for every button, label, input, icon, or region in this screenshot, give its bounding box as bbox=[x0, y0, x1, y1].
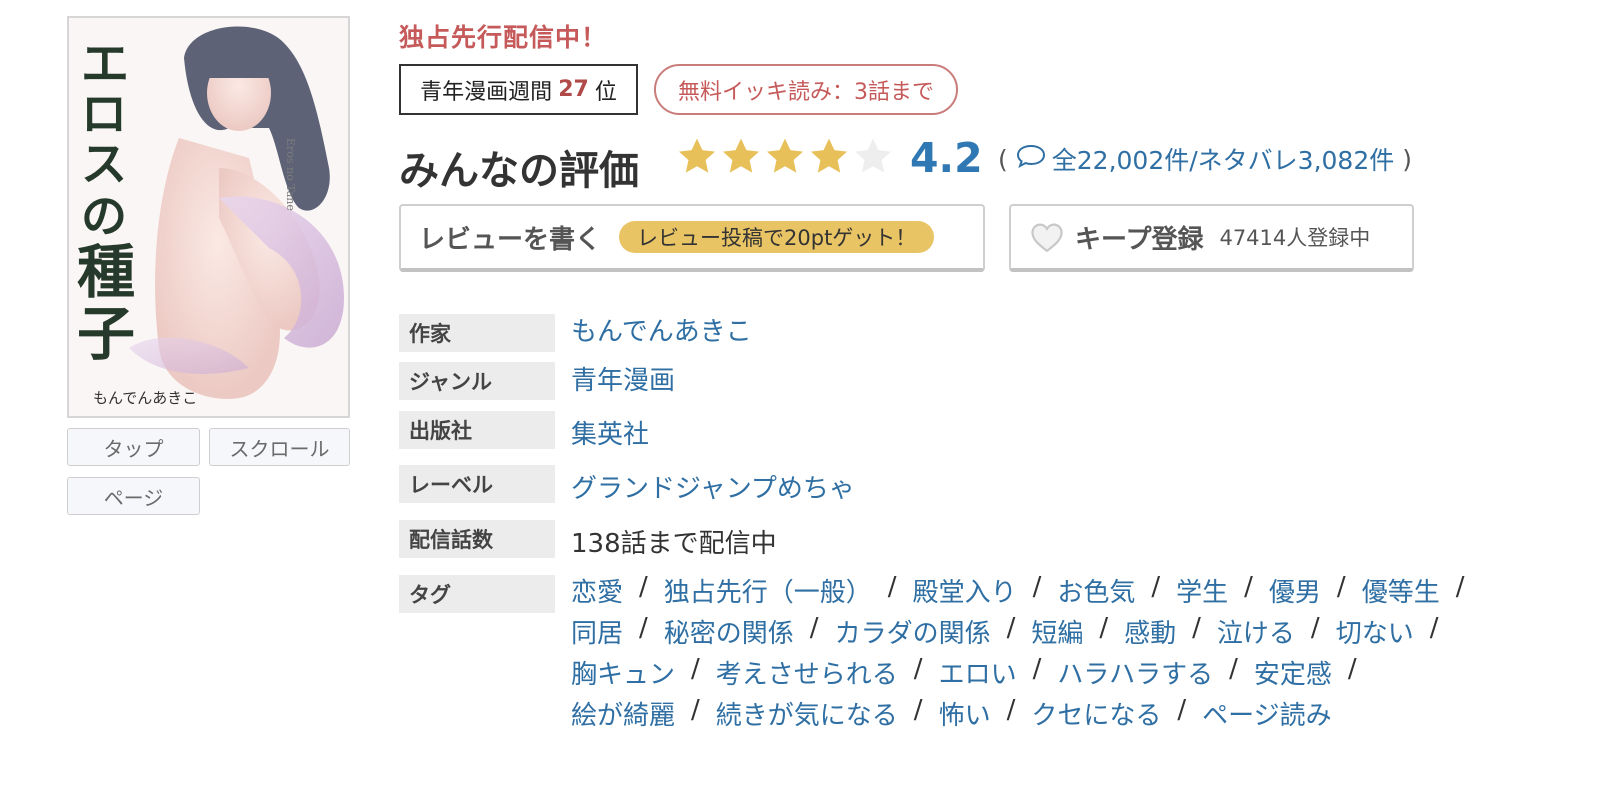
tag-line: 恋愛 / 独占先行（一般） / 殿堂入り / お色気 / 学生 / 優男 / 優等生 / bbox=[571, 572, 1465, 609]
cover-title-char: エ bbox=[81, 36, 129, 92]
view-mode-scroll-button[interactable]: スクロール bbox=[209, 428, 350, 466]
tag-link[interactable]: 短編 bbox=[1031, 613, 1083, 650]
heart-icon bbox=[1029, 221, 1065, 253]
review-counts-link[interactable]: 全22,002件/ネタバレ3,082件 bbox=[1052, 141, 1394, 177]
ranking-badge[interactable]: 青年漫画週間 27 位 bbox=[399, 64, 638, 115]
keep-count: 47414人登録中 bbox=[1219, 226, 1371, 250]
star-full-icon bbox=[766, 138, 804, 173]
tag-link[interactable]: 学生 bbox=[1176, 572, 1228, 609]
info-label-label: レーベル bbox=[399, 465, 555, 503]
cover-illustration: エ ロ ス の 種 子 もんでんあきこ Eros no Tane bbox=[69, 18, 348, 416]
tag-link[interactable]: クセになる bbox=[1031, 695, 1161, 732]
info-label-author: 作家 bbox=[399, 314, 555, 352]
info-label-publisher: 出版社 bbox=[399, 411, 555, 449]
publisher-link[interactable]: 集英社 bbox=[571, 414, 649, 451]
tag-link[interactable]: 恋愛 bbox=[571, 572, 623, 609]
tag-link[interactable]: お色気 bbox=[1057, 572, 1135, 609]
rating-score: 4.2 bbox=[910, 134, 983, 182]
keep-button[interactable]: キープ登録 47414人登録中 bbox=[1009, 204, 1414, 272]
speech-bubble-icon bbox=[1016, 143, 1046, 175]
info-label-tags: タグ bbox=[399, 575, 555, 613]
tag-link[interactable]: 安定感 bbox=[1254, 654, 1332, 691]
rating-stars bbox=[676, 136, 894, 178]
tag-link[interactable]: 優等生 bbox=[1362, 572, 1440, 609]
tag-link[interactable]: 優男 bbox=[1269, 572, 1321, 609]
close-paren: ) bbox=[1402, 144, 1413, 174]
exclusive-label: 独占先行配信中！ bbox=[399, 23, 608, 52]
tag-link[interactable]: 独占先行（一般） bbox=[664, 572, 872, 609]
tag-link[interactable]: 怖い bbox=[939, 695, 991, 732]
star-empty-icon bbox=[854, 138, 892, 173]
episodes-value: 138話まで配信中 bbox=[571, 529, 777, 559]
tag-link[interactable]: 絵が綺麗 bbox=[571, 695, 675, 732]
info-label-episodes: 配信話数 bbox=[399, 520, 555, 558]
tag-link[interactable]: エロい bbox=[939, 654, 1017, 691]
review-bonus-badge: レビュー投稿で20ptゲット！ bbox=[619, 221, 935, 253]
tag-link[interactable]: 胸キュン bbox=[571, 654, 675, 691]
star-full-icon bbox=[722, 138, 760, 173]
genre-link[interactable]: 青年漫画 bbox=[571, 360, 675, 397]
label-link[interactable]: グランドジャンプめちゃ bbox=[571, 468, 855, 505]
tag-link[interactable]: 考えさせられる bbox=[716, 654, 898, 691]
tag-line: 絵が綺麗 / 続きが気になる / 怖い / クセになる / ページ読み bbox=[571, 695, 1332, 732]
cover-title-char: の bbox=[81, 189, 127, 243]
keep-label: キープ登録 bbox=[1075, 224, 1204, 255]
tag-link[interactable]: 同居 bbox=[571, 613, 623, 650]
open-paren: ( bbox=[998, 144, 1008, 174]
ranking-suffix: 位 bbox=[594, 79, 617, 105]
cover-subtitle: Eros no Tane bbox=[284, 138, 297, 211]
tag-link[interactable]: 続きが気になる bbox=[716, 695, 898, 732]
write-review-label: レビューを書く bbox=[419, 224, 602, 255]
info-label-genre: ジャンル bbox=[399, 362, 555, 400]
free-read-badge: 無料イッキ読み：3話まで bbox=[654, 64, 958, 115]
tag-link[interactable]: 殿堂入り bbox=[913, 572, 1017, 609]
tag-link[interactable]: ハラハラする bbox=[1057, 654, 1213, 691]
cover-title-char: ロ bbox=[81, 87, 127, 141]
view-mode-tap-button[interactable]: タップ bbox=[67, 428, 200, 466]
author-link[interactable]: もんでんあきこ bbox=[571, 311, 752, 348]
book-cover[interactable]: エ ロ ス の 種 子 もんでんあきこ Eros no Tane bbox=[67, 16, 350, 418]
tag-link[interactable]: 感動 bbox=[1124, 613, 1176, 650]
rating-title: みんなの評価 bbox=[399, 148, 639, 194]
cover-title-char: ス bbox=[81, 137, 127, 191]
tag-line: 同居 / 秘密の関係 / カラダの関係 / 短編 / 感動 / 泣ける / 切ない / bbox=[571, 613, 1439, 650]
star-full-icon bbox=[678, 138, 716, 173]
tag-link[interactable]: ページ読み bbox=[1202, 695, 1331, 732]
tag-link[interactable]: カラダの関係 bbox=[835, 613, 991, 650]
ranking-prefix: 青年漫画週間 bbox=[420, 79, 553, 105]
star-full-icon bbox=[810, 138, 848, 173]
view-mode-page-button[interactable]: ページ bbox=[67, 477, 200, 515]
ranking-number: 27 bbox=[558, 77, 589, 102]
review-counts[interactable]: ( 全22,002件/ネタバレ3,082件 ) bbox=[990, 141, 1420, 177]
cover-title-char: 種 bbox=[77, 238, 135, 306]
cover-author: もんでんあきこ bbox=[93, 389, 197, 407]
tag-link[interactable]: 泣ける bbox=[1217, 613, 1295, 650]
tag-link[interactable]: 切ない bbox=[1336, 613, 1414, 650]
write-review-button[interactable]: レビューを書く レビュー投稿で20ptゲット！ bbox=[399, 204, 985, 272]
tag-link[interactable]: 秘密の関係 bbox=[664, 613, 794, 650]
cover-title-char: 子 bbox=[77, 300, 135, 368]
tag-line: 胸キュン / 考えさせられる / エロい / ハラハラする / 安定感 / bbox=[571, 654, 1357, 691]
